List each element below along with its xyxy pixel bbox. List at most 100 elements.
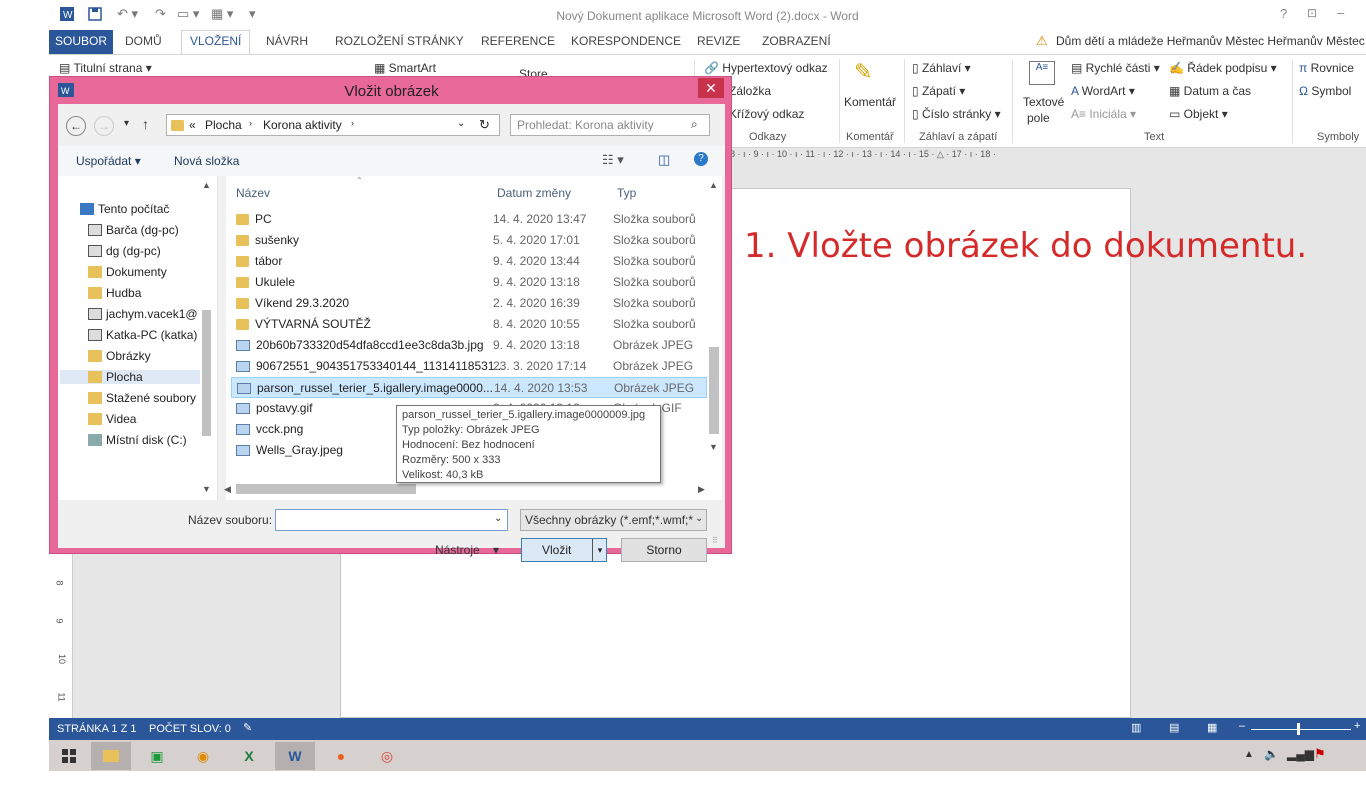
dialog-close-button[interactable]: ✕ (698, 78, 724, 98)
address-bar[interactable]: « Plocha › Korona aktivity › ⌄ ↻ (166, 114, 500, 136)
file-type-dropdown-icon[interactable]: ⌄ (695, 513, 703, 524)
hscroll-thumb[interactable] (236, 484, 416, 494)
insert-button[interactable]: Vložit ▾ (521, 538, 607, 562)
nav-item[interactable]: jachym.vacek1@ (88, 307, 198, 321)
back-button[interactable]: ← (66, 116, 86, 136)
date-time-button[interactable]: ▦ Datum a čas (1169, 84, 1251, 98)
nav-item[interactable]: Barča (dg-pc) (88, 223, 179, 237)
orange-app-icon[interactable]: ◉ (183, 742, 223, 770)
up-arrow-icon[interactable]: ↑ (142, 116, 149, 132)
read-mode-icon[interactable]: ▥ (1131, 721, 1141, 734)
insert-dropdown-icon[interactable]: ▾ (592, 539, 607, 561)
tab-vlozeni[interactable]: VLOŽENÍ (181, 30, 251, 55)
bookmark-button[interactable]: Záložka (729, 84, 771, 98)
word-icon[interactable]: W (275, 742, 315, 770)
address-dropdown-icon[interactable]: ⌄ (457, 118, 465, 129)
nav-item[interactable]: Tento počítač (80, 202, 169, 216)
nav-item[interactable]: dg (dg-pc) (88, 244, 161, 258)
hyperlink-button[interactable]: 🔗 Hypertextový odkaz (704, 61, 828, 75)
textbox-button[interactable]: Textové (1023, 95, 1064, 109)
firefox-icon[interactable]: ● (321, 742, 361, 770)
cover-page-button[interactable]: ▤ Titulní strana ▾ (59, 61, 152, 75)
nav-item[interactable]: Katka-PC (katka) (88, 328, 197, 342)
tab-navrh[interactable]: NÁVRH (266, 34, 308, 48)
cross-reference-button[interactable]: Křížový odkaz (729, 107, 804, 121)
quick-parts-button[interactable]: ▤ Rychlé části ▾ (1071, 61, 1160, 75)
nav-item[interactable]: Videa (88, 412, 136, 426)
nav-scroll-down-icon[interactable]: ▼ (202, 484, 211, 494)
file-row[interactable]: parson_russel_terier_5.igallery.image000… (231, 377, 707, 398)
nav-item[interactable]: Plocha (60, 370, 200, 384)
object-button[interactable]: ▭ Objekt ▾ (1169, 107, 1228, 121)
new-folder-button[interactable]: Nová složka (174, 154, 239, 168)
filename-input[interactable] (275, 509, 508, 531)
tray-expand-icon[interactable]: ▲ (1244, 749, 1254, 760)
excel-icon[interactable]: X (229, 742, 269, 770)
chrome-icon[interactable]: ◎ (367, 742, 407, 770)
web-layout-icon[interactable]: ▦ (1207, 721, 1217, 734)
file-explorer-icon[interactable] (91, 742, 131, 770)
recent-locations-icon[interactable]: ▾ (124, 118, 129, 129)
zoom-slider[interactable] (1251, 729, 1351, 730)
header-button[interactable]: ▯ Záhlaví ▾ (912, 61, 971, 75)
tab-reference[interactable]: REFERENCE (481, 34, 555, 48)
tab-domu[interactable]: DOMŮ (125, 34, 162, 48)
hscroll-left-icon[interactable]: ◀ (224, 484, 231, 495)
vertical-ruler[interactable]: 8 9 10 11 (49, 550, 73, 718)
word-count[interactable]: POČET SLOV: 0 (149, 723, 231, 735)
file-type-select[interactable]: Všechny obrázky (*.emf;*.wmf;* (520, 509, 707, 531)
zoom-out-icon[interactable]: – (1239, 720, 1245, 732)
flag-alert-icon[interactable]: ⚑ (1314, 746, 1326, 762)
network-status-icon[interactable]: ▂▄▆ (1287, 747, 1314, 761)
file-row[interactable]: 90672551_904351753340144_11314118531... 2… (231, 356, 707, 377)
tab-zobrazeni[interactable]: ZOBRAZENÍ (762, 34, 831, 48)
zoom-in-icon[interactable]: + (1354, 720, 1360, 732)
volume-icon[interactable]: 🔈 (1264, 747, 1279, 761)
file-row[interactable]: sušenky 5. 4. 2020 17:01 Složka souborů (231, 230, 707, 251)
help-button[interactable]: ? (1280, 6, 1287, 21)
account-name[interactable]: Dům dětí a mládeže Heřmanův Městec Heřma… (1056, 34, 1365, 48)
green-app-icon[interactable]: ▣ (137, 742, 177, 770)
nav-item[interactable]: Místní disk (C:) (88, 433, 187, 447)
list-scroll-up-icon[interactable]: ▲ (709, 180, 718, 190)
tools-button[interactable]: Nástroje ▾ (435, 543, 499, 557)
footer-button[interactable]: ▯ Zápatí ▾ (912, 84, 965, 98)
symbol-button[interactable]: Ω Symbol (1299, 84, 1351, 98)
nav-item[interactable]: Stažené soubory (88, 391, 196, 405)
horizontal-ruler[interactable]: 8 · ı · 9 · ı · 10 · ı · 11 · ı · 12 · ı… (730, 149, 1130, 163)
file-row[interactable]: VÝTVARNÁ SOUTĚŽ 8. 4. 2020 10:55 Složka so… (231, 314, 707, 335)
signature-line-button[interactable]: ✍ Řádek podpisu ▾ (1169, 61, 1277, 75)
tab-revize[interactable]: REVIZE (697, 34, 740, 48)
view-options-icon[interactable]: ☷ ▾ (602, 152, 624, 168)
proofing-icon[interactable]: ✎ (243, 721, 252, 734)
column-typ[interactable]: Typ (617, 186, 636, 200)
list-scroll-down-icon[interactable]: ▼ (709, 442, 718, 452)
start-icon[interactable] (49, 742, 89, 770)
list-scrollbar-thumb[interactable] (709, 347, 719, 434)
breadcrumb-plocha[interactable]: Plocha (205, 118, 242, 132)
minimize-button[interactable]: – (1337, 5, 1344, 20)
zoom-thumb[interactable] (1297, 723, 1300, 735)
page-number-button[interactable]: ▯ Číslo stránky ▾ (912, 107, 1001, 121)
tab-rozlozeni[interactable]: ROZLOŽENÍ STRÁNKY (335, 34, 464, 48)
column-nazev[interactable]: Název (236, 186, 270, 200)
wordart-button[interactable]: A WordArt ▾ (1071, 84, 1135, 98)
equation-button[interactable]: π Rovnice (1299, 61, 1354, 75)
ribbon-display-icon[interactable]: ⊡ (1307, 6, 1317, 20)
filename-dropdown-icon[interactable]: ⌄ (494, 513, 502, 524)
nav-item[interactable]: Obrázky (88, 349, 151, 363)
file-row[interactable]: Ukulele 9. 4. 2020 13:18 Složka souborů (231, 272, 707, 293)
search-field[interactable]: Prohledat: Korona aktivity ⌕ (510, 114, 710, 136)
nav-scrollbar-thumb[interactable] (202, 310, 211, 436)
cancel-button[interactable]: Storno (621, 538, 707, 562)
tab-korespondence[interactable]: KORESPONDENCE (571, 34, 681, 48)
file-row[interactable]: 20b60b733320d54dfa8ccd1ee3c8da3b.jpg 9. 4… (231, 335, 707, 356)
page-count[interactable]: STRÁNKA 1 Z 1 (57, 723, 136, 735)
organize-button[interactable]: Uspořádat ▾ (76, 154, 141, 168)
print-layout-icon[interactable]: ▤ (1169, 721, 1179, 734)
hscroll-right-icon[interactable]: ▶ (698, 484, 705, 495)
resize-grip-icon[interactable]: ⠿ (712, 536, 718, 545)
breadcrumb-korona[interactable]: Korona aktivity (263, 118, 342, 132)
preview-pane-icon[interactable]: ◫ (658, 152, 670, 168)
dropcap-button[interactable]: A≡ Iniciála ▾ (1071, 107, 1136, 121)
